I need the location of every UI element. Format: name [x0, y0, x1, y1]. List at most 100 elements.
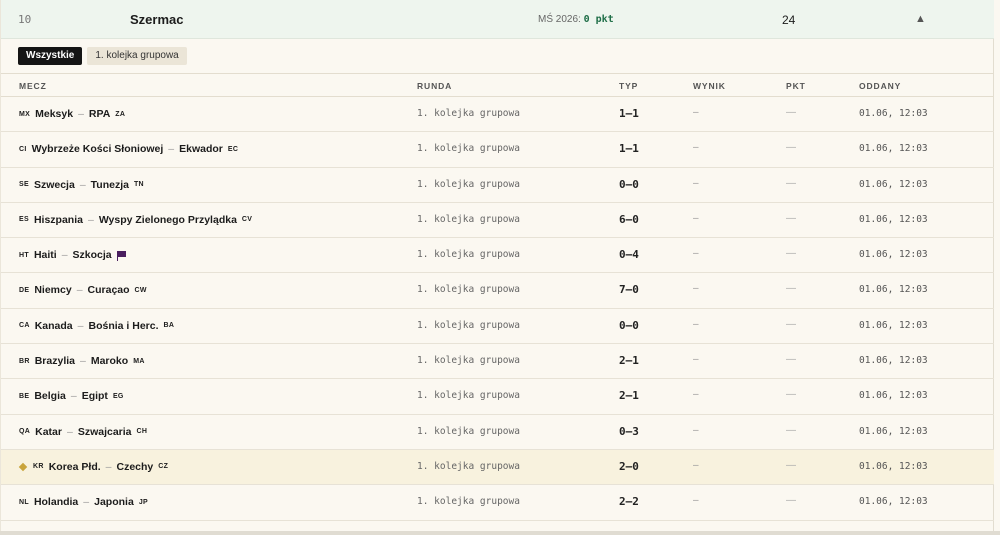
typ-cell: 0–0	[619, 177, 639, 191]
home-code: KR	[33, 463, 44, 471]
col-match: MECZ	[19, 81, 47, 91]
typ-cell: 2–1	[619, 389, 639, 403]
result-cell: –	[693, 142, 699, 154]
away-code: CW	[134, 286, 147, 294]
table-row[interactable]: MX Meksyk – RPA ZA 1. kolejka grupowa 1–1– —01.…	[1, 97, 994, 133]
result-cell: –	[693, 177, 699, 189]
submitted-cell: 01.06, 12:03	[859, 319, 928, 331]
away-team: Czechy	[116, 460, 154, 473]
round-cell: 1. kolejka grupowa	[417, 355, 520, 367]
away-code: MA	[133, 357, 145, 365]
match-cell: KR Korea Płd. – Czechy CZ	[18, 460, 169, 473]
table-row[interactable]: QA Katar – Szwajcaria CH 1. kolejka grupowa 0–…	[1, 415, 994, 450]
round-cell: 1. kolejka grupowa	[417, 249, 520, 261]
bottom-scrollbar[interactable]	[0, 531, 1000, 535]
home-code: HT	[19, 251, 29, 259]
chevron-up-icon[interactable]: ▲	[915, 13, 926, 25]
table-row[interactable]: ES Hiszpania – Wyspy Zielonego Przylądka CV 1…	[1, 203, 994, 239]
match-cell: BR Brazylia – Maroko MA	[19, 355, 145, 367]
points-cell: —	[786, 248, 796, 260]
away-code: CZ	[158, 463, 169, 471]
points-cell: —	[786, 424, 796, 436]
table-row[interactable]: KR Korea Płd. – Czechy CZ 1. kolejka grupowa 2…	[1, 449, 994, 486]
result-cell: –	[693, 389, 699, 401]
result-cell: –	[693, 283, 699, 295]
home-team: Meksyk	[35, 108, 74, 120]
table-row[interactable]: NL Holandia – Japonia JP 1. kolejka grupowa 2–…	[1, 485, 994, 521]
typ-cell: 0–0	[619, 318, 639, 332]
points-cell: —	[786, 354, 796, 366]
match-separator: –	[66, 425, 73, 438]
typ-cell: 2–1	[619, 354, 639, 368]
away-code: ZA	[115, 110, 126, 118]
col-result: WYNIK	[693, 81, 726, 91]
typ-cell: 0–3	[619, 424, 639, 438]
home-team: Brazylia	[34, 355, 75, 368]
result-cell: –	[693, 248, 699, 260]
round-cell: 1. kolejka grupowa	[417, 390, 520, 402]
match-cell: BE Belgia – Egipt EG	[19, 390, 124, 402]
submitted-cell: 01.06, 12:03	[859, 390, 928, 402]
points-cell: —	[786, 142, 796, 154]
player-header[interactable]: 10 Szermac MŚ 2026: 0 pkt 24 ▲	[1, 0, 994, 39]
away-code: BA	[163, 322, 175, 330]
points-cell: —	[786, 318, 796, 330]
filter-round-1[interactable]: 1. kolejka grupowa	[87, 47, 187, 65]
home-code: CA	[19, 322, 30, 330]
table-row[interactable]: HT Haiti – Szkocja 1. kolejka grupowa 0–4– —01…	[1, 238, 994, 274]
filter-all[interactable]: Wszystkie	[18, 47, 83, 65]
round-cell: 1. kolejka grupowa	[417, 496, 520, 508]
submitted-cell: 01.06, 12:03	[859, 460, 928, 472]
result-cell: –	[693, 212, 699, 224]
submitted-cell: 01.06, 12:03	[859, 425, 928, 437]
result-cell: –	[693, 354, 699, 366]
col-round: RUNDA	[417, 81, 453, 91]
points-cell: —	[786, 389, 796, 401]
player-total: 24	[782, 13, 796, 27]
table-row[interactable]: CA Kanada – Bośnia i Herc. BA 1. kolejka grup…	[1, 309, 994, 345]
typ-cell: 2–0	[619, 459, 639, 473]
away-code: JP	[138, 498, 148, 506]
home-team: Wybrzeże Kości Słoniowej	[31, 143, 164, 156]
match-separator: –	[61, 249, 68, 262]
points-cell: —	[786, 459, 796, 471]
star-icon	[18, 462, 28, 472]
match-cell: ES Hiszpania – Wyspy Zielonego Przylądka CV	[19, 214, 252, 226]
match-cell: DE Niemcy – Curaçao CW	[19, 284, 147, 296]
home-code: NL	[19, 498, 29, 506]
away-team: Egipt	[81, 390, 108, 403]
away-team: Curaçao	[87, 284, 130, 297]
tournament-points: MŚ 2026: 0 pkt	[538, 14, 614, 25]
match-cell: HT Haiti – Szkocja	[19, 249, 126, 262]
table-row[interactable]: BE Belgia – Egipt EG 1. kolejka grupowa 2–1 – — 0…	[1, 379, 994, 415]
away-code: CH	[136, 428, 148, 436]
typ-cell: 0–4	[619, 248, 639, 262]
result-cell: –	[693, 459, 699, 471]
flag-icon	[116, 251, 126, 262]
table-row[interactable]: SE Szwecja – Tunezja TN 1. kolejka grupowa 0–0…	[1, 168, 994, 203]
match-cell: MX Meksyk – RPA ZA	[19, 108, 125, 120]
typ-cell: 6–0	[619, 212, 639, 226]
match-cell: NL Holandia – Japonia JP	[19, 496, 148, 508]
round-cell: 1. kolejka grupowa	[417, 460, 520, 472]
round-cell: 1. kolejka grupowa	[417, 143, 520, 155]
result-cell: –	[693, 107, 699, 118]
submitted-cell: 01.06, 12:03	[859, 355, 928, 367]
home-code: MX	[19, 110, 31, 118]
table-header: MECZ RUNDA TYP WYNIK PKT ODDANY	[1, 73, 994, 97]
home-team: Holandia	[33, 496, 79, 509]
match-separator: –	[79, 178, 86, 191]
player-name: Szermac	[130, 12, 184, 27]
col-submitted: ODDANY	[859, 81, 902, 91]
match-separator: –	[83, 496, 90, 509]
table-row[interactable]: DE Niemcy – Curaçao CW 1. kolejka grupowa 7–0–…	[1, 273, 994, 309]
submitted-cell: 01.06, 12:03	[859, 108, 928, 119]
match-list: MX Meksyk – RPA ZA 1. kolejka grupowa 1–1– —01.…	[1, 97, 994, 521]
points-cell: —	[786, 107, 796, 118]
home-team: Haiti	[33, 249, 57, 262]
table-row[interactable]: BR Brazylia – Maroko MA 1. kolejka grupowa 2–1…	[1, 344, 994, 380]
table-row[interactable]: CI Wybrzeże Kości Słoniowej – Ekwador EC 1. k…	[1, 132, 994, 168]
match-cell: QA Katar – Szwajcaria CH	[19, 426, 147, 438]
tournament-points-value: 0 pkt	[583, 14, 614, 25]
away-code: CV	[241, 216, 253, 224]
